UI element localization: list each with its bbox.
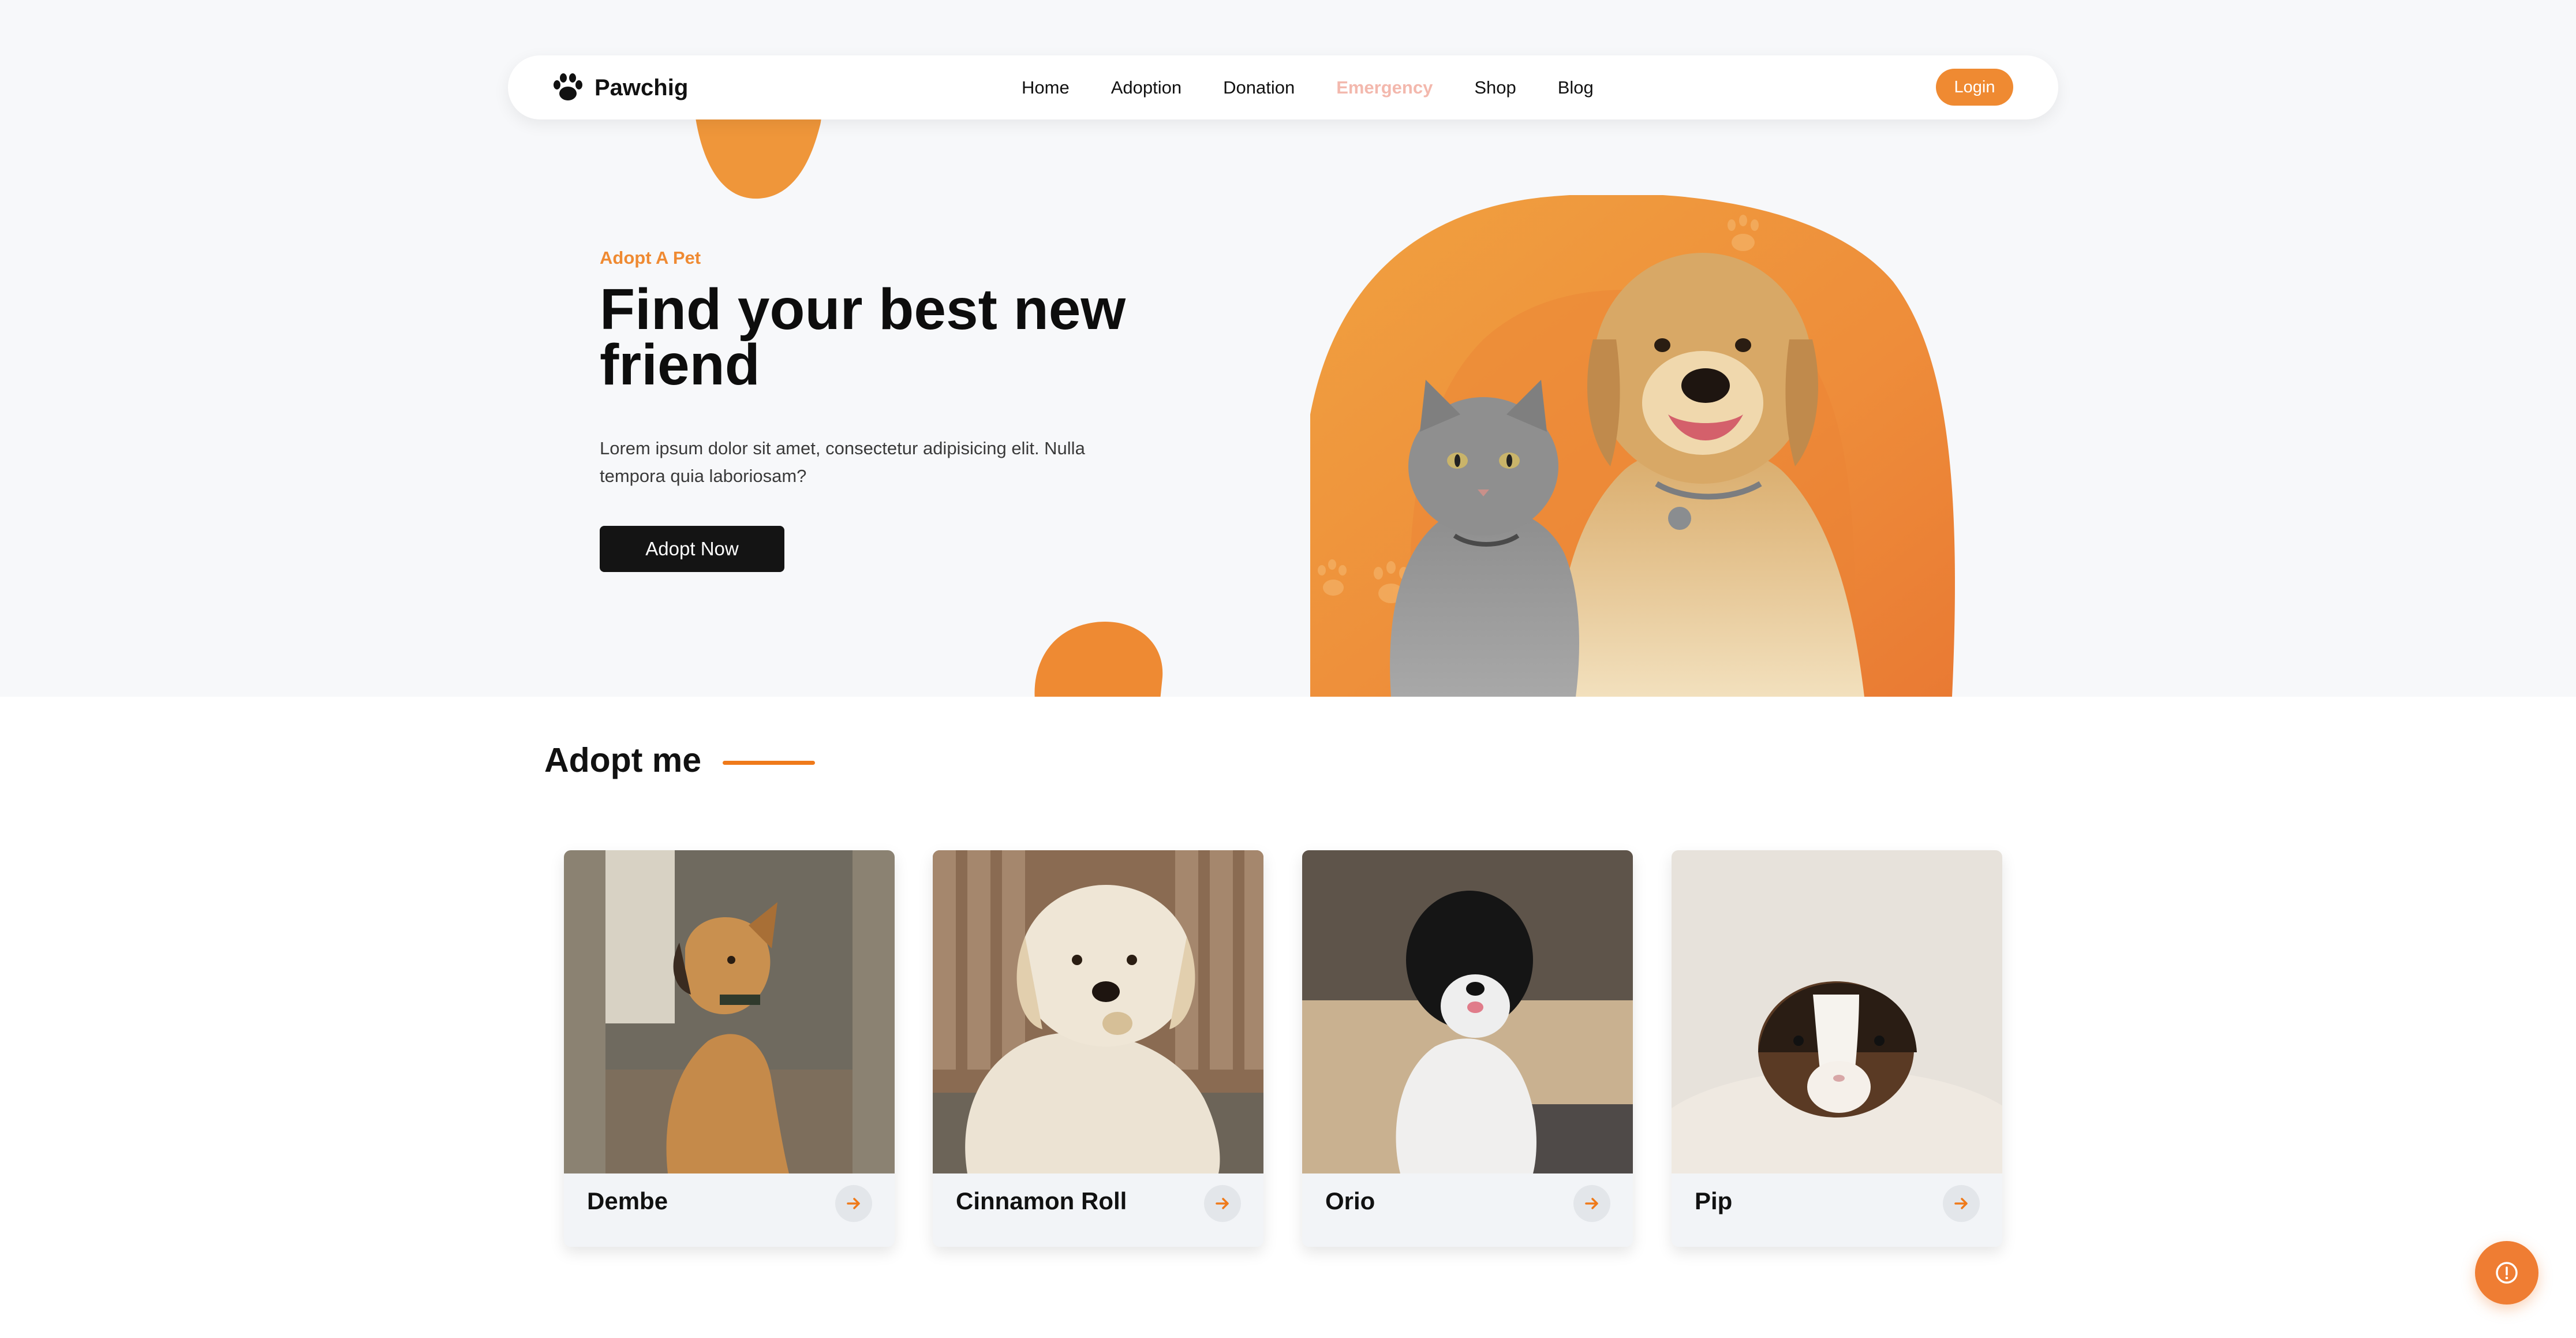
nav-link-adoption[interactable]: Adoption <box>1111 77 1182 98</box>
arrow-right-icon[interactable] <box>1204 1185 1241 1222</box>
pet-name: Pip <box>1695 1187 1733 1214</box>
paw-icon <box>554 73 582 100</box>
brand-name: Pawchig <box>595 74 689 100</box>
pet-card[interactable]: Dembe <box>564 850 895 1247</box>
hero-section: Pawchig Home Adoption Donation Emergency… <box>0 0 2576 697</box>
pet-photo-orio <box>1302 850 1633 1173</box>
pet-name: Cinnamon Roll <box>956 1187 1127 1214</box>
pet-photo-pip <box>1672 850 2002 1173</box>
pet-photo-dembe <box>564 850 895 1173</box>
nav-link-shop[interactable]: Shop <box>1474 77 1516 98</box>
nav-link-emergency[interactable]: Emergency <box>1336 77 1433 98</box>
nav-links: Home Adoption Donation Emergency Shop Bl… <box>1022 55 1635 119</box>
pet-card[interactable]: Pip <box>1672 850 2002 1247</box>
pet-photo-cinnamon-roll <box>933 850 1263 1173</box>
pet-card[interactable]: Orio <box>1302 850 1633 1247</box>
pet-name: Dembe <box>587 1187 668 1214</box>
nav-link-donation[interactable]: Donation <box>1223 77 1295 98</box>
pet-card[interactable]: Cinnamon Roll <box>933 850 1263 1247</box>
top-navbar: Pawchig Home Adoption Donation Emergency… <box>508 55 2058 119</box>
arrow-right-icon[interactable] <box>1943 1185 1980 1222</box>
info-circle-icon <box>2496 1262 2518 1284</box>
hero-eyebrow: Adopt A Pet <box>600 248 701 268</box>
nav-link-home[interactable]: Home <box>1022 77 1070 98</box>
floating-info-button[interactable] <box>2475 1241 2538 1305</box>
decorative-blob-bottom <box>1034 622 1163 697</box>
brand-logo[interactable]: Pawchig <box>552 73 688 103</box>
login-button[interactable]: Login <box>1936 69 2013 106</box>
arrow-right-icon[interactable] <box>1573 1185 1610 1222</box>
hero-description: Lorem ipsum dolor sit amet, consectetur … <box>600 438 1085 486</box>
arrow-right-icon[interactable] <box>835 1185 872 1222</box>
adopt-section-title: Adopt me <box>544 741 702 779</box>
adopt-now-button[interactable]: Adopt Now <box>600 526 784 572</box>
hero-pets-illustration <box>1310 195 1955 697</box>
section-title-underline <box>723 761 815 765</box>
hero-title: Find your best new friend <box>600 277 1126 397</box>
nav-link-blog[interactable]: Blog <box>1558 77 1594 98</box>
pet-name: Orio <box>1325 1187 1375 1214</box>
